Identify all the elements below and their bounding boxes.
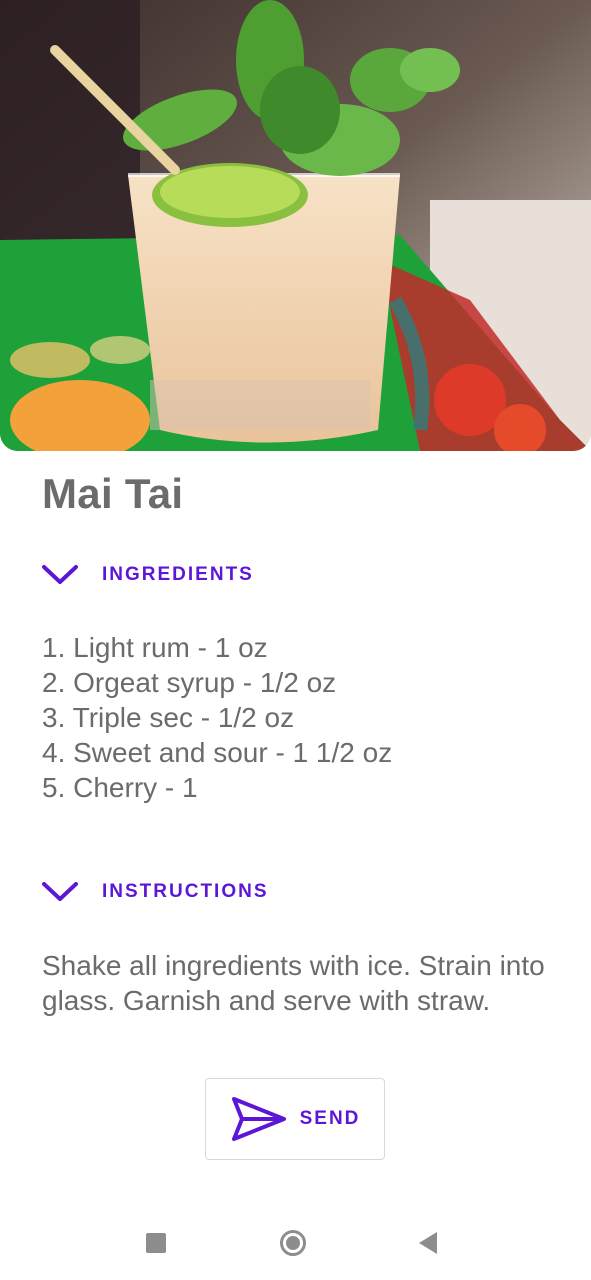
send-icon	[231, 1097, 286, 1141]
list-item: 3. Triple sec - 1/2 oz	[42, 702, 295, 733]
list-item: 2. Orgeat syrup - 1/2 oz	[42, 667, 337, 698]
ingredients-toggle[interactable]: INGREDIENTS	[40, 557, 254, 593]
list-item: 5. Cherry - 1	[42, 772, 198, 803]
ingredients-list: 1. Light rum - 1 oz 2. Orgeat syrup - 1/…	[42, 630, 392, 805]
ingredients-label: INGREDIENTS	[102, 564, 254, 585]
list-item: 1. Light rum - 1 oz	[42, 632, 268, 663]
recent-apps-icon[interactable]	[146, 1233, 166, 1253]
cocktail-photo	[0, 0, 591, 451]
chevron-down-icon	[42, 565, 78, 584]
chevron-down-icon	[42, 882, 78, 901]
instructions-text: Shake all ingredients with ice. Strain i…	[42, 950, 545, 1016]
home-icon[interactable]	[280, 1230, 306, 1256]
send-button-label: SEND	[299, 1108, 361, 1129]
list-item: 4. Sweet and sour - 1 1/2 oz	[42, 737, 393, 768]
cocktail-image	[0, 0, 591, 451]
back-icon[interactable]	[419, 1232, 437, 1254]
send-button[interactable]: SEND	[205, 1078, 385, 1160]
instructions-toggle[interactable]: INSTRUCTIONS	[40, 874, 269, 910]
cocktail-title: Mai Tai	[42, 470, 184, 517]
system-navigation-bar	[0, 1200, 591, 1280]
instructions-label: INSTRUCTIONS	[102, 881, 269, 902]
